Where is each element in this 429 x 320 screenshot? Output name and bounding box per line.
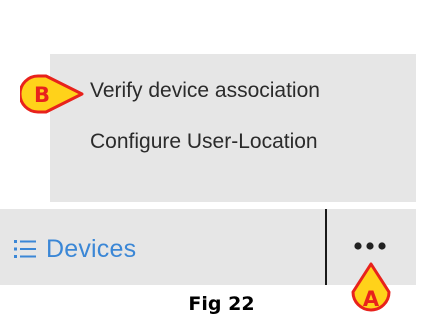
callout-b-marker: B [20, 74, 84, 114]
figure-caption-text: Fig 22 [188, 293, 255, 315]
list-icon [14, 240, 36, 258]
devices-tab[interactable]: Devices [14, 229, 136, 269]
screenshot-figure: Verify device association Configure User… [0, 0, 429, 320]
figure-caption: Fig 22 [0, 293, 429, 315]
menu-item-configure-user-location[interactable]: Configure User-Location [90, 130, 318, 154]
devices-label: Devices [46, 234, 137, 263]
toolbar-divider [325, 209, 327, 285]
callout-b-label: B [34, 83, 50, 107]
menu-item-verify-device-association[interactable]: Verify device association [90, 79, 320, 103]
more-dots-icon [354, 242, 386, 250]
more-options-button[interactable] [350, 233, 390, 259]
popup-menu: Verify device association Configure User… [50, 54, 416, 202]
